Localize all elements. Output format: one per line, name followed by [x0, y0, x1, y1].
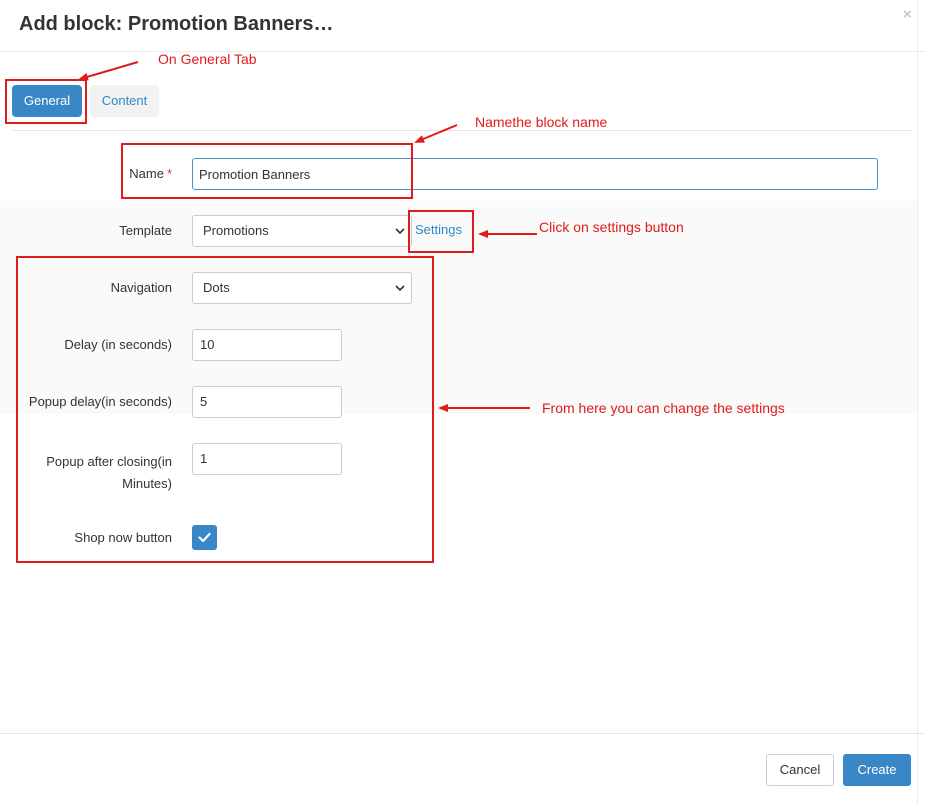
dialog-right-border [917, 0, 918, 805]
header-divider [0, 51, 925, 52]
tab-content[interactable]: Content [90, 85, 159, 117]
dialog-title: Add block: Promotion Banners… [19, 13, 334, 35]
annotation-box-general-tab [5, 79, 87, 124]
template-select[interactable]: Promotions [192, 215, 412, 247]
template-select-value: Promotions [203, 223, 269, 238]
annotation-general-tab: On General Tab [158, 51, 257, 67]
footer-divider [0, 733, 925, 734]
create-button[interactable]: Create [843, 754, 911, 786]
chevron-down-icon [395, 228, 405, 235]
tabs-divider [12, 130, 912, 131]
annotation-box-settings-panel [16, 256, 434, 563]
annotation-settings-button: Click on settings button [539, 219, 684, 235]
cancel-button[interactable]: Cancel [766, 754, 834, 786]
annotation-box-settings [408, 210, 474, 253]
close-icon[interactable]: × [903, 6, 912, 23]
annotation-box-name [121, 143, 413, 199]
annotation-change-settings: From here you can change the settings [542, 400, 785, 416]
annotation-block-name: Namethe block name [475, 114, 608, 130]
template-label: Template [119, 223, 172, 238]
